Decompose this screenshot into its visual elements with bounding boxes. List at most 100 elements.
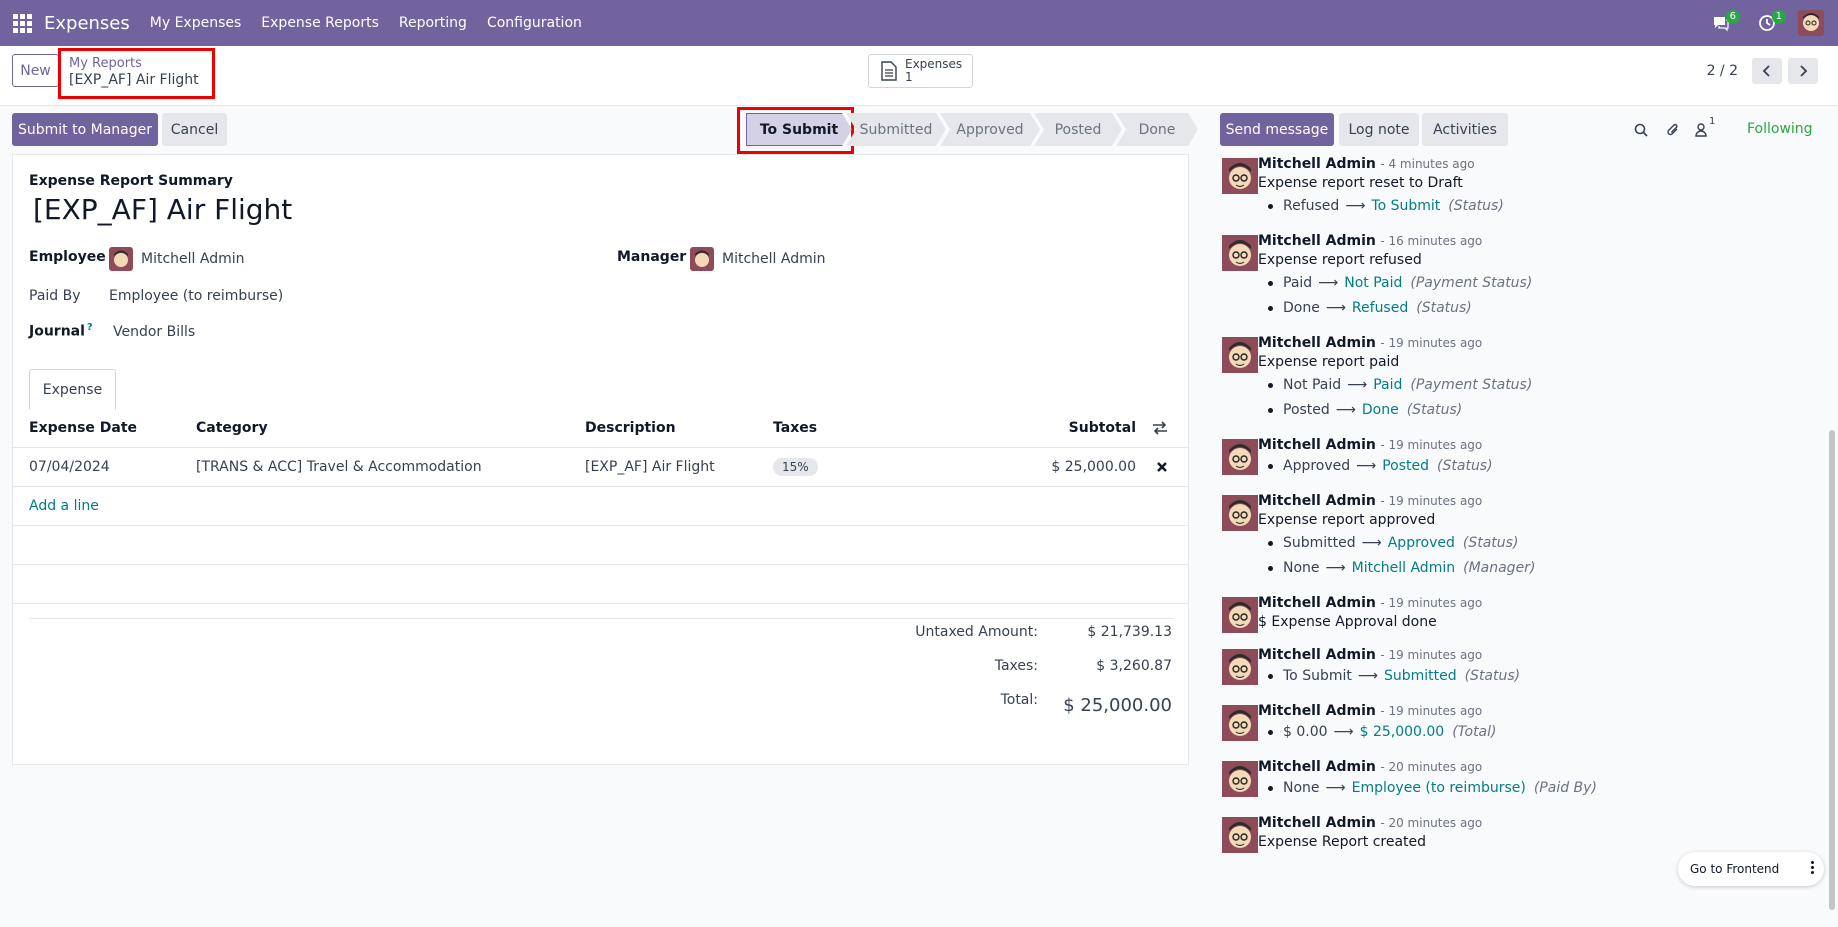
stage-posted[interactable]: Posted [1034, 113, 1122, 146]
message-author[interactable]: Mitchell Admin [1258, 156, 1376, 172]
line-category[interactable]: [TRANS & ACC] Travel & Accommodation [196, 459, 482, 475]
line-tax-badge[interactable]: 15% [773, 458, 818, 476]
message-author[interactable]: Mitchell Admin [1258, 493, 1376, 509]
table-row[interactable]: 07/04/2024 [TRANS & ACC] Travel & Accomm… [13, 448, 1188, 487]
col-taxes[interactable]: Taxes [773, 420, 817, 436]
field-name: (Status) [1406, 402, 1463, 418]
stage-submitted[interactable]: Submitted [846, 113, 946, 146]
user-avatar[interactable] [1798, 10, 1824, 36]
submit-to-manager-button[interactable]: Submit to Manager [12, 113, 158, 146]
employee-avatar [109, 247, 133, 271]
message-time: - 19 minutes ago [1380, 494, 1483, 508]
author-avatar[interactable] [1222, 235, 1258, 271]
col-description[interactable]: Description [585, 420, 676, 436]
paperclip-icon[interactable] [1666, 122, 1680, 138]
arrow-right-icon: ⟶ [1347, 377, 1368, 393]
author-avatar[interactable] [1222, 705, 1258, 741]
app-name[interactable]: Expenses [44, 13, 130, 34]
author-avatar[interactable] [1222, 439, 1258, 475]
help-icon[interactable]: ? [87, 322, 93, 333]
manager-field[interactable]: Mitchell Admin [690, 247, 826, 271]
journal-label-text: Journal [29, 323, 85, 340]
author-avatar[interactable] [1222, 597, 1258, 633]
message-author[interactable]: Mitchell Admin [1258, 815, 1376, 831]
messages-icon[interactable]: 6 [1706, 8, 1740, 38]
author-avatar[interactable] [1222, 337, 1258, 373]
following-button[interactable]: Following [1747, 121, 1813, 137]
delete-line-icon[interactable] [1156, 461, 1168, 473]
col-expense-date[interactable]: Expense Date [29, 420, 137, 436]
message-header: Mitchell Admin - 4 minutes ago [1258, 156, 1810, 173]
followers-icon[interactable] [1695, 123, 1707, 137]
go-to-frontend-button[interactable]: Go to Frontend [1678, 852, 1824, 886]
bullet [1268, 408, 1273, 413]
apps-menu-icon[interactable] [0, 0, 44, 46]
chatter-scrollbar[interactable] [1829, 430, 1835, 910]
stage-to-submit[interactable]: To Submit [746, 113, 852, 146]
message-author[interactable]: Mitchell Admin [1258, 335, 1376, 351]
send-message-button[interactable]: Send message [1220, 113, 1334, 146]
manager-value: Mitchell Admin [722, 251, 826, 267]
message-time: - 16 minutes ago [1380, 234, 1483, 248]
breadcrumb-parent-link[interactable]: My Reports [69, 56, 204, 71]
menu-my-expenses[interactable]: My Expenses [150, 15, 242, 31]
field-name: (Paid By) [1533, 780, 1597, 796]
tracking-value: To Submit ⟶ Submitted (Status) [1268, 664, 1810, 689]
message-author[interactable]: Mitchell Admin [1258, 233, 1376, 249]
col-category[interactable]: Category [196, 420, 268, 436]
message-author[interactable]: Mitchell Admin [1258, 595, 1376, 611]
author-avatar[interactable] [1222, 495, 1258, 531]
message-author[interactable]: Mitchell Admin [1258, 647, 1376, 663]
stage-done[interactable]: Done [1116, 113, 1198, 146]
arrow-right-icon: ⟶ [1325, 300, 1346, 316]
message-author[interactable]: Mitchell Admin [1258, 759, 1376, 775]
empty-row [13, 526, 1188, 565]
author-avatar[interactable] [1222, 761, 1258, 797]
menu-expense-reports[interactable]: Expense Reports [261, 15, 379, 31]
author-avatar[interactable] [1222, 649, 1258, 685]
col-subtotal[interactable]: Subtotal [1069, 420, 1136, 436]
pager-value[interactable]: 2 / 2 [1707, 63, 1738, 79]
message-header: Mitchell Admin - 19 minutes ago [1258, 437, 1810, 454]
pager-next-button[interactable] [1788, 58, 1818, 84]
kebab-menu-icon[interactable] [1811, 861, 1814, 874]
message-body: Expense report paid [1258, 354, 1400, 370]
message-author[interactable]: Mitchell Admin [1258, 437, 1376, 453]
field-name: (Status) [1416, 300, 1472, 316]
tracking-list: Not Paid ⟶ Paid (Payment Status) Posted ⟶ Done… [1258, 373, 1810, 423]
paid-by-value[interactable]: Employee (to reimburse) [109, 288, 283, 304]
message-body: Expense report reset to Draft [1258, 175, 1463, 191]
tracking-value: None ⟶ Mitchell Admin (Manager) [1268, 556, 1810, 581]
empty-row [13, 565, 1188, 604]
message-time: - 4 minutes ago [1380, 157, 1475, 171]
employee-field[interactable]: Mitchell Admin [109, 247, 245, 271]
message-author[interactable]: Mitchell Admin [1258, 703, 1376, 719]
author-avatar[interactable] [1222, 817, 1258, 853]
chatter-message: Mitchell Admin - 16 minutes ago Expense r… [1210, 233, 1810, 321]
tracking-value: Not Paid ⟶ Paid (Payment Status) [1268, 373, 1810, 398]
expenses-smart-button[interactable]: Expenses 1 [868, 54, 973, 88]
tab-expense[interactable]: Expense [29, 369, 116, 410]
line-date[interactable]: 07/04/2024 [29, 459, 110, 475]
activities-clock-icon[interactable]: 1 [1752, 8, 1786, 38]
journal-value[interactable]: Vendor Bills [113, 324, 195, 340]
log-note-button[interactable]: Log note [1339, 113, 1419, 146]
old-value: Paid [1283, 275, 1313, 291]
menu-configuration[interactable]: Configuration [487, 15, 582, 31]
search-icon[interactable] [1634, 123, 1648, 137]
employee-label: Employee [29, 249, 106, 265]
menu-reporting[interactable]: Reporting [399, 15, 467, 31]
pager-previous-button[interactable] [1752, 58, 1782, 84]
author-avatar[interactable] [1222, 158, 1258, 194]
column-settings-icon[interactable] [1152, 421, 1168, 435]
bullet [1268, 383, 1273, 388]
bullet [1268, 566, 1273, 571]
report-title[interactable]: [EXP_AF] Air Flight [33, 193, 292, 226]
line-description[interactable]: [EXP_AF] Air Flight [585, 459, 715, 475]
cancel-button[interactable]: Cancel [162, 113, 227, 146]
bullet [1268, 204, 1273, 209]
new-button[interactable]: New [12, 54, 59, 87]
add-line-link[interactable]: Add a line [29, 498, 99, 514]
activities-button[interactable]: Activities [1422, 113, 1508, 146]
stage-approved[interactable]: Approved [940, 113, 1040, 146]
